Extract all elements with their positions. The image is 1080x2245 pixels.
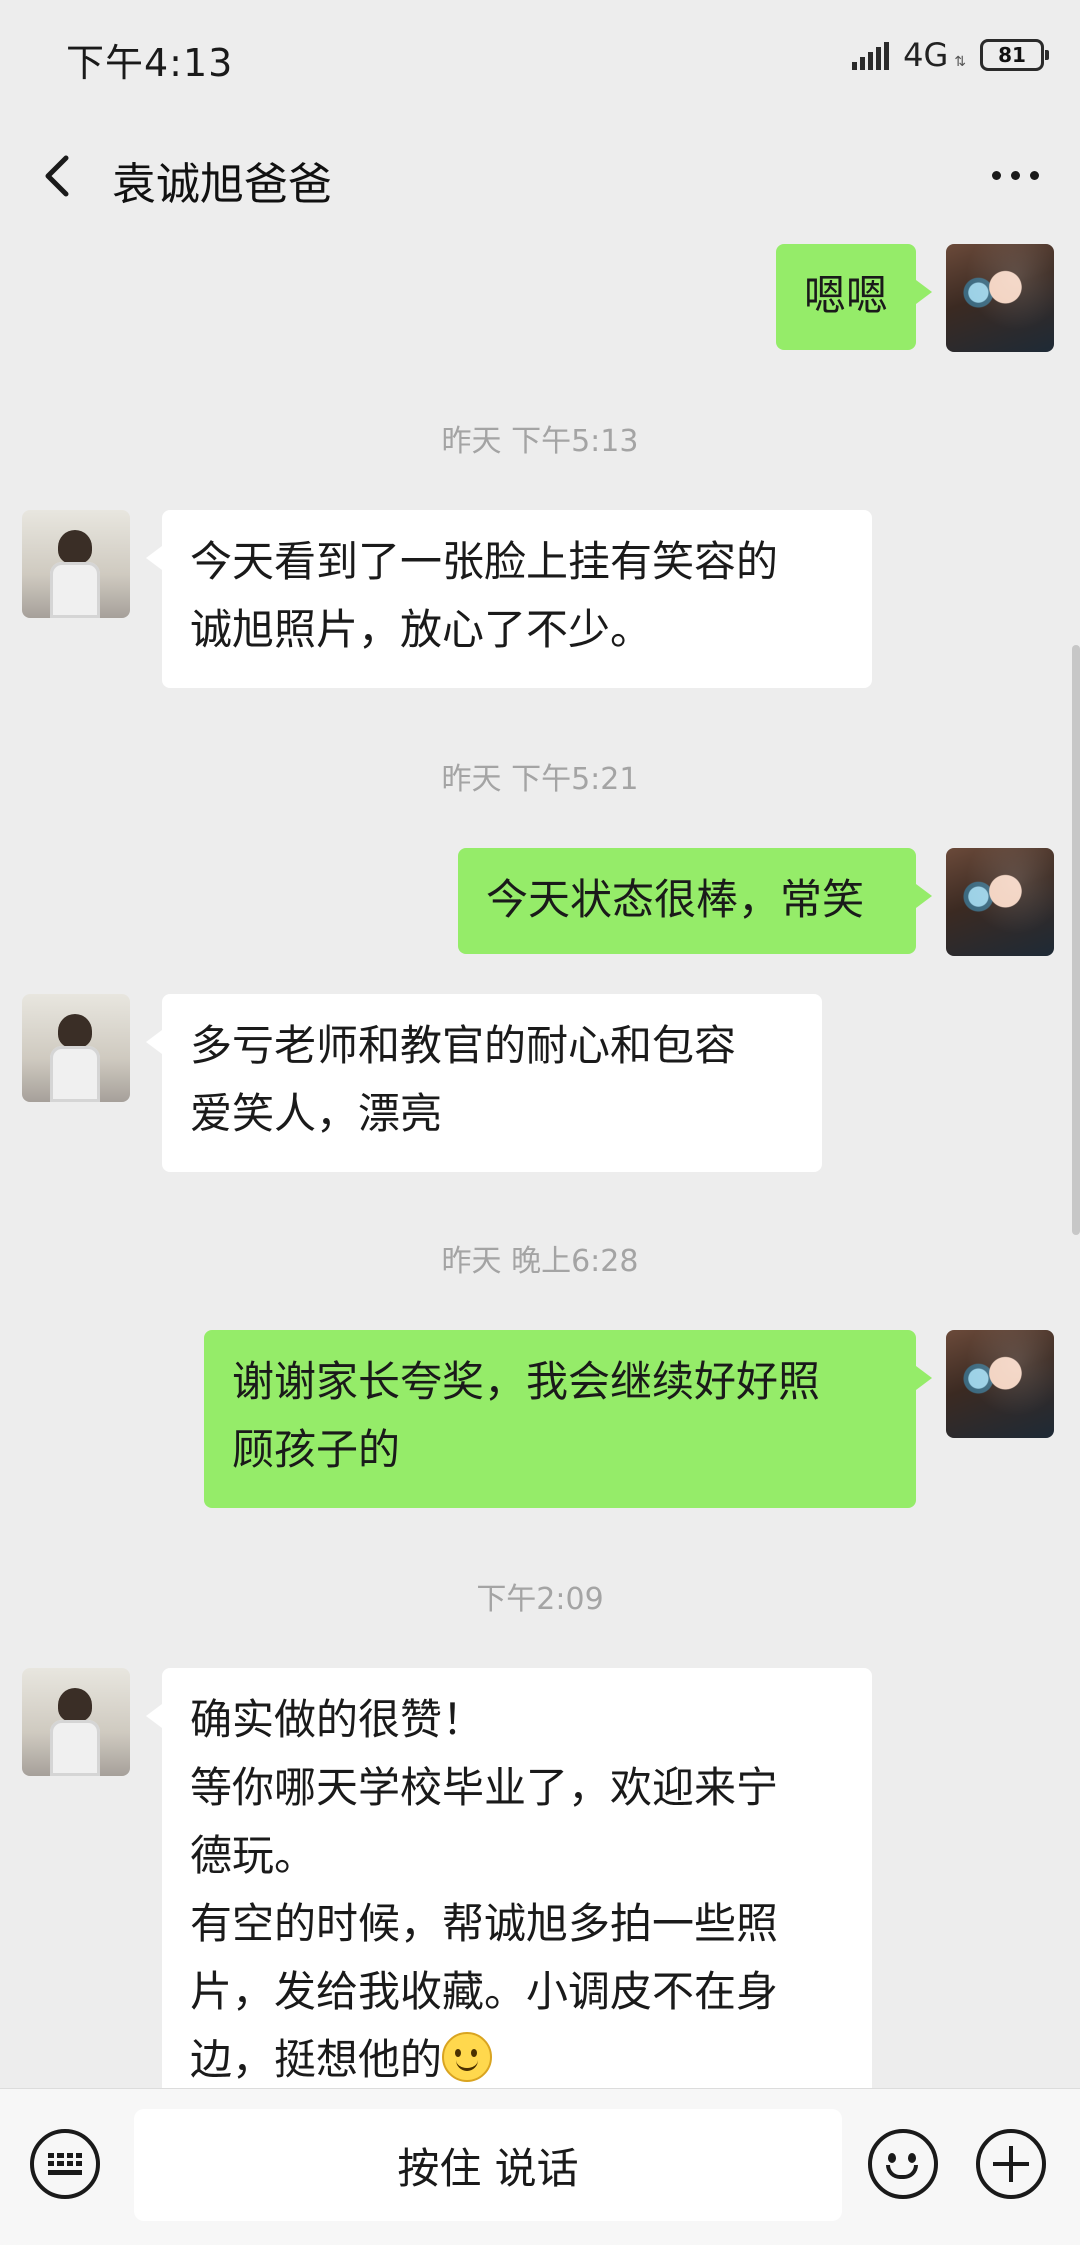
smile-emoji-icon [442,2032,493,2082]
message-text: 确实做的很赞！ 等你哪天学校毕业了，欢迎来宁 德玩。 有空的时候，帮诚旭多拍一些… [190,1695,779,2084]
my-avatar[interactable] [946,848,1054,956]
incoming-message[interactable]: 多亏老师和教官的耐心和包容 爱笑人，漂亮 [146,994,822,1172]
message-timestamp: 昨天 下午5:13 [441,424,639,459]
data-activity-icon: ⇅ [954,54,966,70]
message-list[interactable]: 嗯嗯 昨天 下午5:13 今天看到了一张脸上挂有笑容的 诚旭照片，放心了不少。 … [0,240,1080,2088]
message-timestamp: 昨天 下午5:21 [441,762,639,797]
emoji-icon[interactable] [868,2129,938,2199]
signal-icon [852,40,890,70]
keyboard-icon[interactable] [30,2129,100,2199]
network-type: 4G [903,36,949,74]
chat-header: 袁诚旭爸爸 [0,110,1080,240]
outgoing-message[interactable]: 谢谢家长夸奖，我会继续好好照 顾孩子的 [204,1330,932,1508]
message-timestamp: 昨天 晚上6:28 [441,1244,639,1279]
incoming-message[interactable]: 今天看到了一张脸上挂有笑容的 诚旭照片，放心了不少。 [146,510,872,688]
chat-title: 袁诚旭爸爸 [112,159,332,210]
outgoing-message[interactable]: 嗯嗯 [776,244,932,350]
more-options-icon[interactable] [980,150,1050,200]
contact-avatar[interactable] [22,510,130,618]
battery-icon: 81 [980,39,1049,71]
plus-icon[interactable] [976,2129,1046,2199]
battery-level: 81 [998,43,1026,67]
status-time: 下午4:13 [66,41,234,85]
status-bar: 下午4:13 4G ⇅ 81 [0,0,1080,110]
status-indicators: 4G ⇅ 81 [852,36,1049,74]
back-icon[interactable] [30,146,90,206]
contact-avatar[interactable] [22,994,130,1102]
message-timestamp: 下午2:09 [476,1582,604,1617]
incoming-message[interactable]: 确实做的很赞！ 等你哪天学校毕业了，欢迎来宁 德玩。 有空的时候，帮诚旭多拍一些… [146,1668,872,2088]
input-bar: 按住 说话 [0,2088,1080,2245]
outgoing-message[interactable]: 今天状态很棒，常笑 [458,848,932,954]
hold-to-talk-button[interactable]: 按住 说话 [134,2109,842,2221]
my-avatar[interactable] [946,244,1054,352]
scrollbar[interactable] [1072,645,1080,1235]
contact-avatar[interactable] [22,1668,130,1776]
my-avatar[interactable] [946,1330,1054,1438]
